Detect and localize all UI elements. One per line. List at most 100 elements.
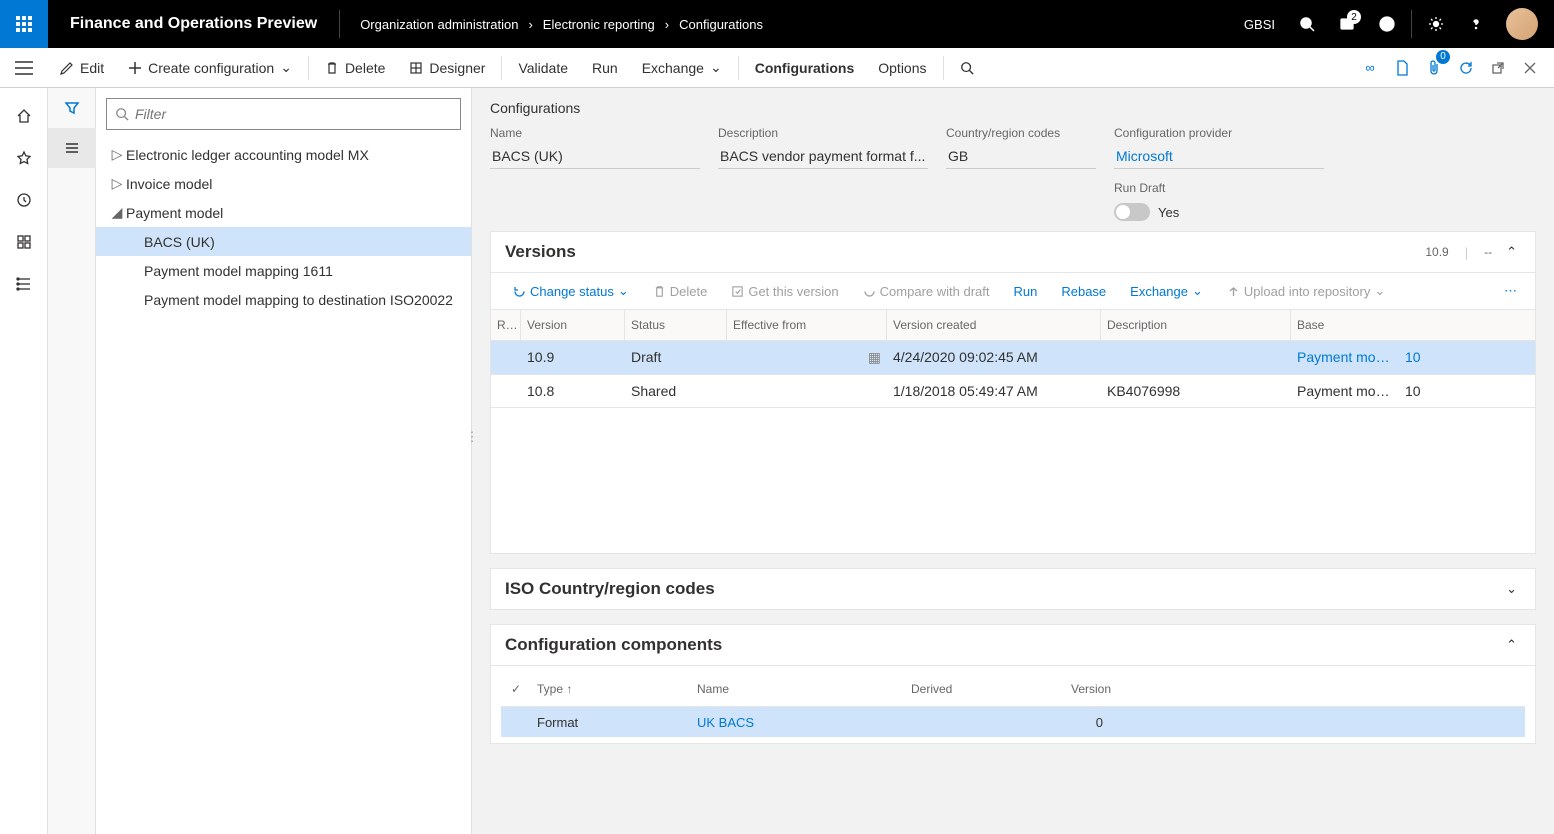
change-status-button[interactable]: Change status⌄ <box>505 279 637 303</box>
expand-icon[interactable]: ⌄ <box>1502 581 1521 597</box>
tree-node[interactable]: ◢Payment model <box>96 198 471 227</box>
modules-icon[interactable] <box>4 264 44 304</box>
delete-button[interactable]: Delete <box>313 48 397 88</box>
components-row[interactable]: Format UK BACS 0 <box>501 707 1525 737</box>
filter-icon[interactable] <box>48 88 96 128</box>
edit-button[interactable]: Edit <box>48 48 116 88</box>
col-header[interactable]: Status <box>625 310 727 340</box>
app-title: Finance and Operations Preview <box>48 15 339 33</box>
avatar[interactable] <box>1506 8 1538 40</box>
command-bar: Edit Create configuration⌄ Delete Design… <box>0 48 1554 88</box>
gear-icon[interactable] <box>1416 0 1456 48</box>
breadcrumb-item[interactable]: Configurations <box>679 17 763 32</box>
search-icon[interactable] <box>1287 0 1327 48</box>
configurations-tree: ▷Electronic ledger accounting model MX ▷… <box>96 136 471 318</box>
card-header[interactable]: Versions 10.9 | -- ⌃ <box>491 232 1535 272</box>
notifications-icon[interactable]: 2 <box>1327 0 1367 48</box>
cell-link[interactable]: UK BACS <box>691 711 905 734</box>
col-header[interactable]: Effective from <box>727 310 887 340</box>
breadcrumb-item[interactable]: Electronic reporting <box>543 17 655 32</box>
toggle-label: Yes <box>1158 205 1179 220</box>
card-header[interactable]: ISO Country/region codes ⌄ <box>491 569 1535 609</box>
tree-node[interactable]: Payment model mapping 1611 <box>96 256 471 285</box>
workspaces-icon[interactable] <box>4 222 44 262</box>
col-header[interactable]: Description <box>1101 310 1291 340</box>
help-icon[interactable] <box>1456 0 1496 48</box>
create-configuration-button[interactable]: Create configuration⌄ <box>116 48 304 88</box>
col-header[interactable]: R... <box>491 310 521 340</box>
home-icon[interactable] <box>4 96 44 136</box>
expand-icon[interactable]: ▷ <box>108 146 126 163</box>
page-icon[interactable] <box>1386 48 1418 88</box>
tree-node[interactable]: ▷Electronic ledger accounting model MX <box>96 140 471 169</box>
collapse-icon[interactable]: ◢ <box>108 204 126 221</box>
cell-link[interactable]: 10 <box>1399 341 1439 374</box>
btn-label: Change status <box>530 284 614 299</box>
field-value[interactable]: GB <box>946 144 1096 169</box>
validate-button[interactable]: Validate <box>506 48 580 88</box>
col-header[interactable]: Derived <box>905 678 1065 700</box>
tree-label: BACS (UK) <box>144 234 215 250</box>
cell <box>905 718 1065 726</box>
card-title: Versions <box>505 242 1415 262</box>
breadcrumb-item[interactable]: Organization administration <box>360 17 518 32</box>
designer-button[interactable]: Designer <box>397 48 497 88</box>
exchange-version-button[interactable]: Exchange⌄ <box>1122 279 1211 303</box>
search-button[interactable] <box>948 48 992 88</box>
run-draft-toggle[interactable] <box>1114 203 1150 221</box>
close-icon[interactable] <box>1514 48 1546 88</box>
field-value-link[interactable]: Microsoft <box>1114 144 1324 169</box>
run-button[interactable]: Run <box>580 48 630 88</box>
col-header[interactable]: Name <box>691 678 905 700</box>
breadcrumb: Organization administration › Electronic… <box>340 17 1232 32</box>
col-header[interactable]: Version <box>1065 678 1109 700</box>
options-button[interactable]: Options <box>866 48 938 88</box>
rebase-button[interactable]: Rebase <box>1053 280 1114 303</box>
list-icon[interactable] <box>48 128 96 168</box>
tree-node[interactable]: BACS (UK) <box>96 227 471 256</box>
expand-icon[interactable]: ▷ <box>108 175 126 192</box>
provider-field: Configuration provider Microsoft Run Dra… <box>1114 126 1324 221</box>
cell-link[interactable]: Payment model <box>1291 341 1399 374</box>
card-meta: -- <box>1474 245 1502 259</box>
collapse-icon[interactable]: ⌃ <box>1502 244 1521 260</box>
attach-icon[interactable]: 0 <box>1418 48 1450 88</box>
star-icon[interactable] <box>4 138 44 178</box>
tree-label: Payment model <box>126 205 223 221</box>
calendar-icon[interactable]: ▦ <box>868 349 881 365</box>
cell: Shared <box>625 375 727 407</box>
col-header[interactable]: Version created <box>887 310 1101 340</box>
popout-icon[interactable] <box>1482 48 1514 88</box>
field-value[interactable]: BACS (UK) <box>490 144 700 169</box>
grid-row[interactable]: 10.8 Shared 1/18/2018 05:49:47 AM KB4076… <box>491 375 1535 408</box>
configurations-tab[interactable]: Configurations <box>743 48 867 88</box>
col-header[interactable]: Base <box>1291 310 1399 340</box>
horizontal-scrollbar[interactable] <box>491 541 1535 553</box>
check-all[interactable]: ✓ <box>501 678 531 700</box>
cmd-label: Designer <box>429 60 485 76</box>
app-launcher-icon[interactable] <box>0 0 48 48</box>
refresh-icon[interactable] <box>1450 48 1482 88</box>
smiley-icon[interactable] <box>1367 0 1407 48</box>
company-picker[interactable]: GBSI <box>1232 17 1287 32</box>
components-header: ✓ Type ↑ Name Derived Version <box>501 672 1525 707</box>
tree-node[interactable]: Payment model mapping to destination ISO… <box>96 285 471 314</box>
col-header[interactable]: Version <box>521 310 625 340</box>
filter-input[interactable] <box>135 106 452 122</box>
col-header[interactable]: Type ↑ <box>531 678 691 700</box>
grid-row[interactable]: 10.9 Draft ▦ 4/24/2020 09:02:45 AM Payme… <box>491 341 1535 375</box>
more-icon[interactable]: ⋯ <box>1496 279 1525 303</box>
collapse-icon[interactable]: ⌃ <box>1502 637 1521 653</box>
tree-node[interactable]: ▷Invoice model <box>96 169 471 198</box>
run-version-button[interactable]: Run <box>1005 280 1045 303</box>
filter-rail <box>48 88 96 834</box>
separator <box>308 56 309 80</box>
field-value[interactable]: BACS vendor payment format f... <box>718 144 928 169</box>
recent-icon[interactable] <box>4 180 44 220</box>
card-meta: 10.9 <box>1415 245 1458 259</box>
card-header[interactable]: Configuration components ⌃ <box>491 625 1535 665</box>
hamburger-icon[interactable] <box>4 48 44 88</box>
cmd-label: Validate <box>518 60 568 76</box>
exchange-button[interactable]: Exchange⌄ <box>630 48 734 88</box>
link-icon[interactable]: ∞ <box>1354 48 1386 88</box>
